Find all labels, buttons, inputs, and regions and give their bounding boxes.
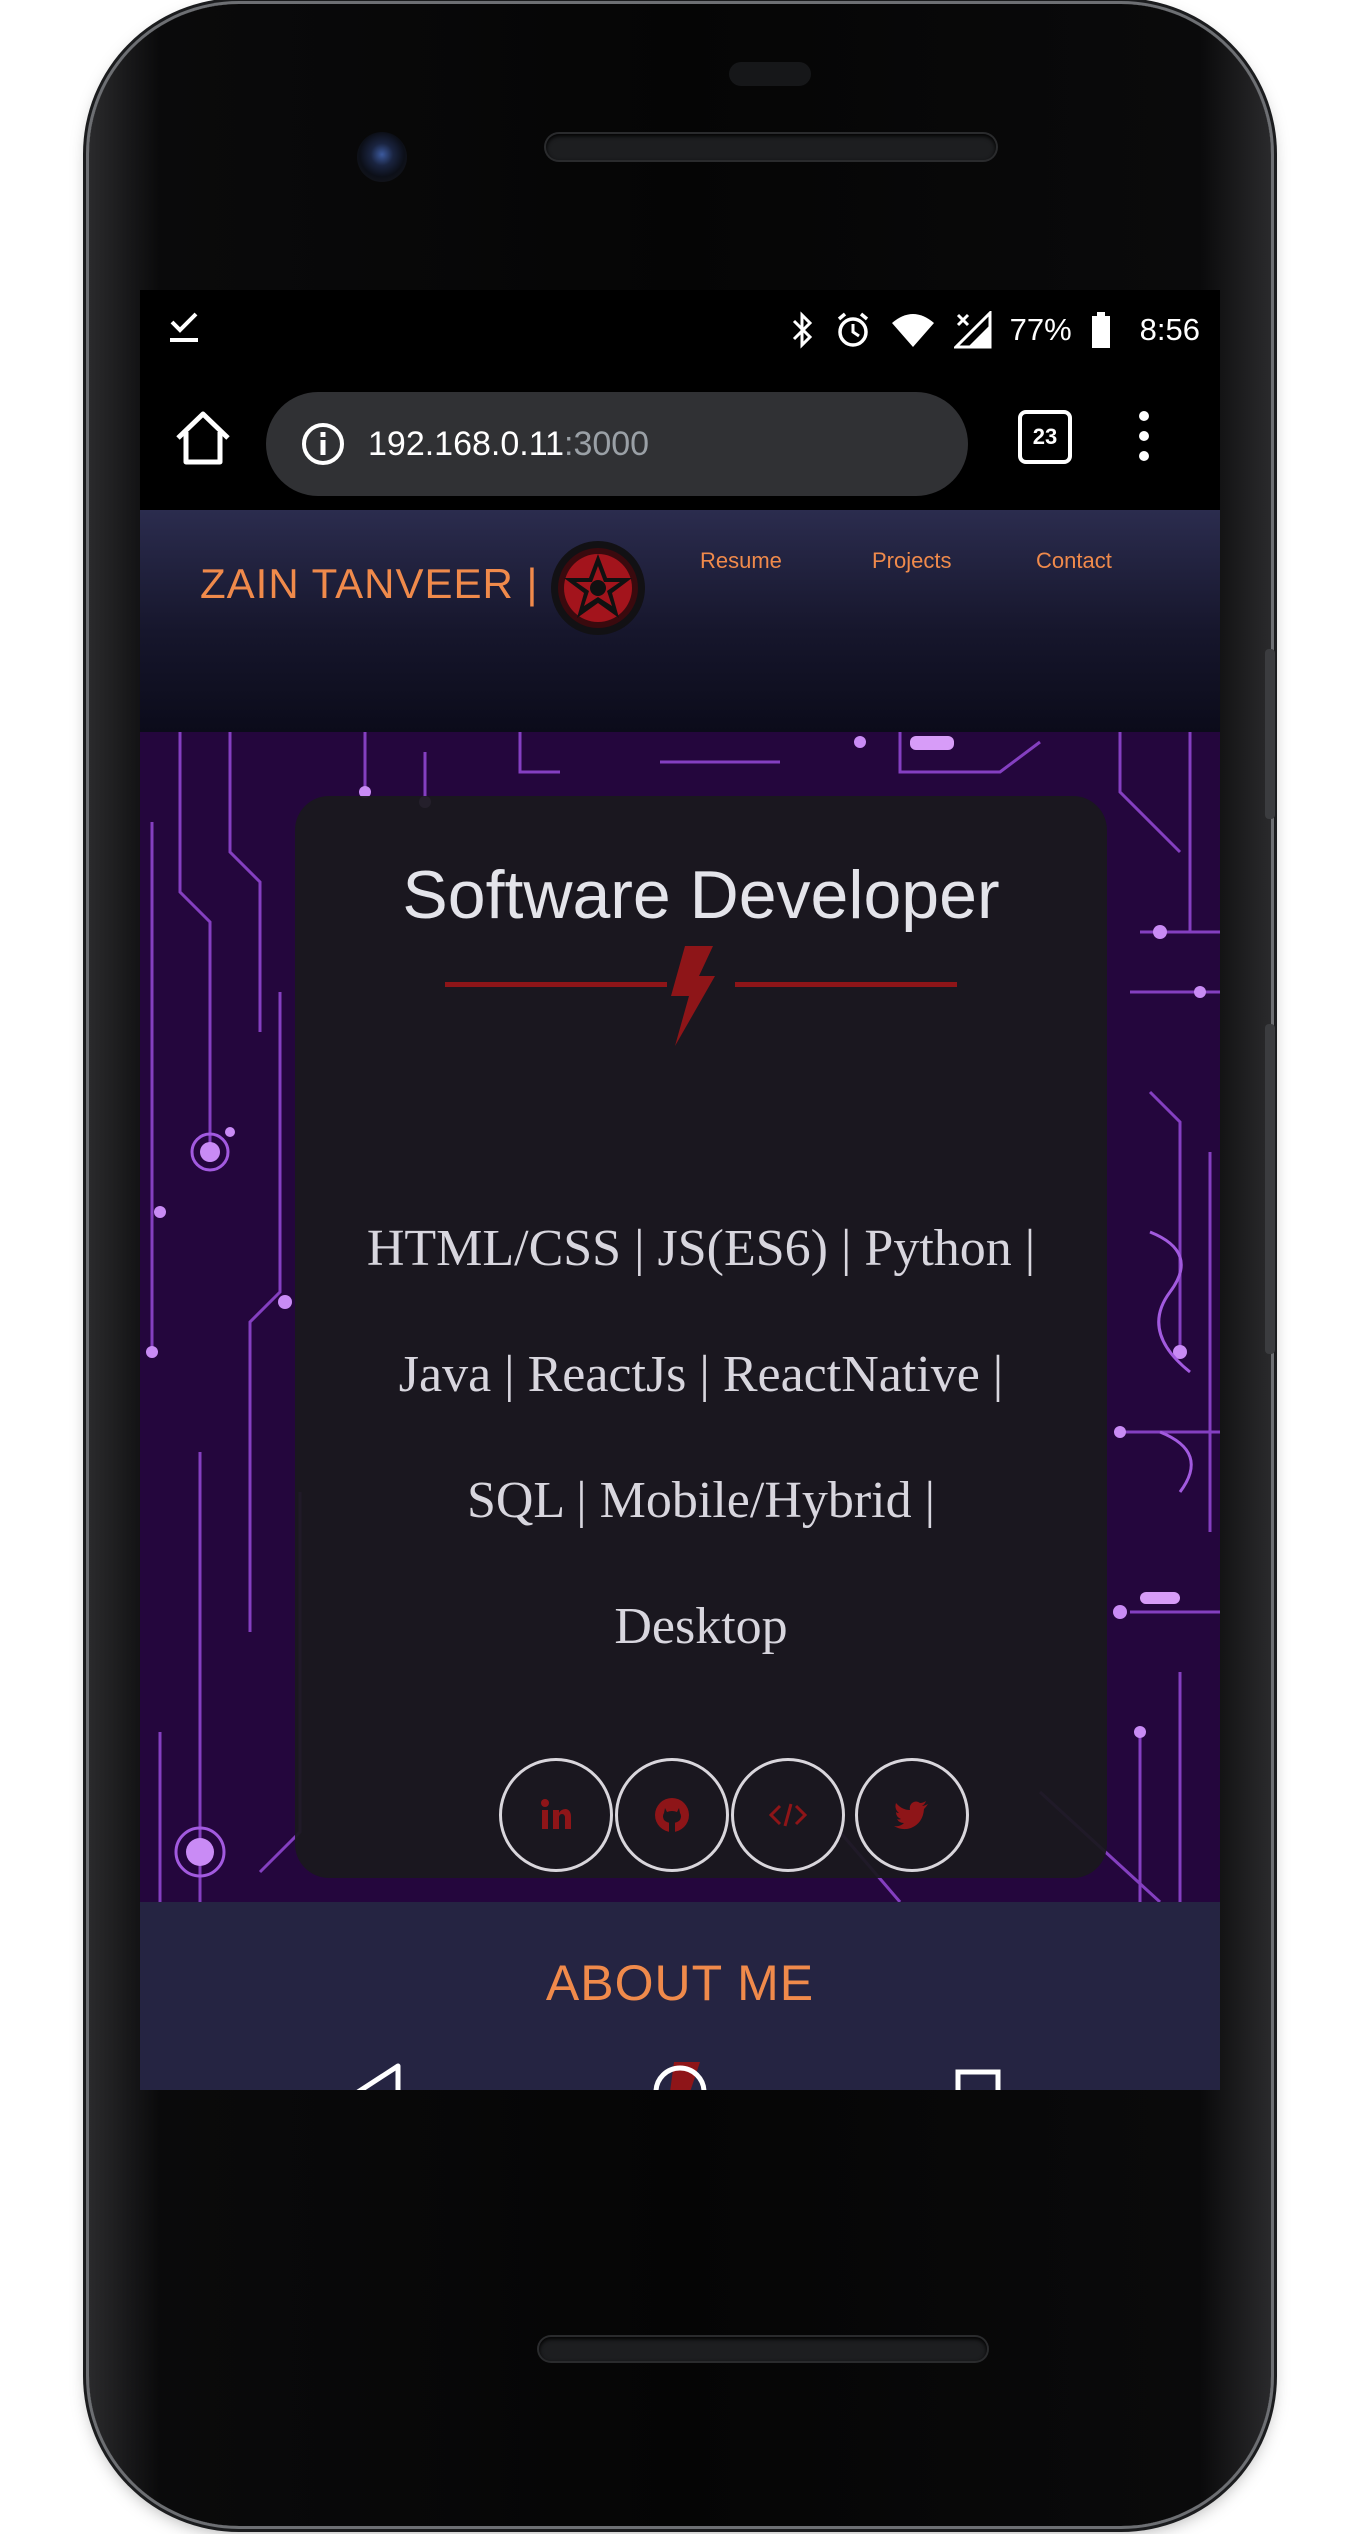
- hero-section: Software Developer HTML/CSS | JS(ES6) | …: [140, 732, 1220, 1902]
- social-links: [499, 1758, 979, 1880]
- about-title: ABOUT ME: [545, 1955, 815, 2011]
- code-button[interactable]: [731, 1758, 845, 1872]
- github-button[interactable]: [615, 1758, 729, 1872]
- battery-percent: 77%: [1009, 312, 1072, 347]
- task-done-icon: [170, 312, 198, 342]
- bottom-speaker: [539, 2337, 987, 2361]
- url-text[interactable]: 192.168.0.11:3000: [368, 425, 649, 464]
- top-slot: [729, 62, 811, 86]
- skills-line: SQL | Mobile/Hybrid |: [466, 1472, 936, 1529]
- browser-toolbar: 192.168.0.11:3000 23: [140, 370, 1220, 510]
- twitter-icon: [894, 1801, 928, 1830]
- status-bar: 77% 8:56: [140, 290, 1220, 370]
- home-circle-icon[interactable]: [640, 2052, 720, 2090]
- device-screen: 77% 8:56 192.168.0.11:3000 23 ZAIN TANVE…: [140, 290, 1220, 2090]
- volume-button: [1265, 1024, 1275, 1354]
- skills-line: HTML/CSS | JS(ES6) | Python |: [366, 1220, 1036, 1277]
- hero-title: Software Developer: [402, 857, 1000, 933]
- tab-count: 23: [1032, 424, 1058, 449]
- nav-resume[interactable]: Resume: [700, 548, 782, 574]
- nav-projects[interactable]: Projects: [872, 548, 951, 574]
- url-bar[interactable]: 192.168.0.11:3000: [266, 392, 968, 496]
- front-camera: [357, 132, 407, 182]
- linkedin-button[interactable]: [499, 1758, 613, 1872]
- site-header: ZAIN TANVEER | Resume Projects Contact: [140, 510, 1220, 732]
- tab-switcher-button[interactable]: 23: [1018, 410, 1072, 464]
- lightning-divider: [445, 946, 957, 1046]
- clock: 8:56: [1139, 312, 1200, 347]
- url-port: :3000: [564, 424, 650, 463]
- bluetooth-icon: [792, 311, 812, 349]
- info-icon[interactable]: [300, 421, 346, 467]
- alarm-icon: [837, 312, 868, 347]
- nav-contact[interactable]: Contact: [1036, 548, 1112, 574]
- hero-card: Software Developer HTML/CSS | JS(ES6) | …: [295, 796, 1107, 1878]
- power-button: [1265, 649, 1275, 819]
- earpiece-speaker: [546, 134, 996, 160]
- github-icon: [655, 1798, 689, 1832]
- battery-icon: [1091, 312, 1110, 348]
- more-options-icon[interactable]: [1134, 408, 1154, 464]
- linkedin-icon: [541, 1799, 571, 1829]
- recents-icon[interactable]: [938, 2052, 1018, 2090]
- back-icon[interactable]: [340, 2052, 420, 2090]
- skills-list: HTML/CSS | JS(ES6) | Python | Java | Rea…: [315, 1186, 1087, 1690]
- cell-signal-icon: [953, 311, 992, 349]
- home-icon[interactable]: [170, 406, 236, 472]
- twitter-button[interactable]: [855, 1758, 969, 1872]
- sharingan-logo-icon[interactable]: [550, 540, 646, 636]
- wifi-icon: [891, 314, 934, 347]
- brand-name[interactable]: ZAIN TANVEER |: [200, 560, 538, 608]
- url-host: 192.168.0.11: [368, 424, 564, 463]
- web-page: ZAIN TANVEER | Resume Projects Contact S…: [140, 510, 1220, 2090]
- code-icon: [768, 1803, 808, 1827]
- skills-line: Desktop: [614, 1598, 788, 1655]
- skills-line: Java | ReactJs | ReactNative |: [398, 1346, 1004, 1403]
